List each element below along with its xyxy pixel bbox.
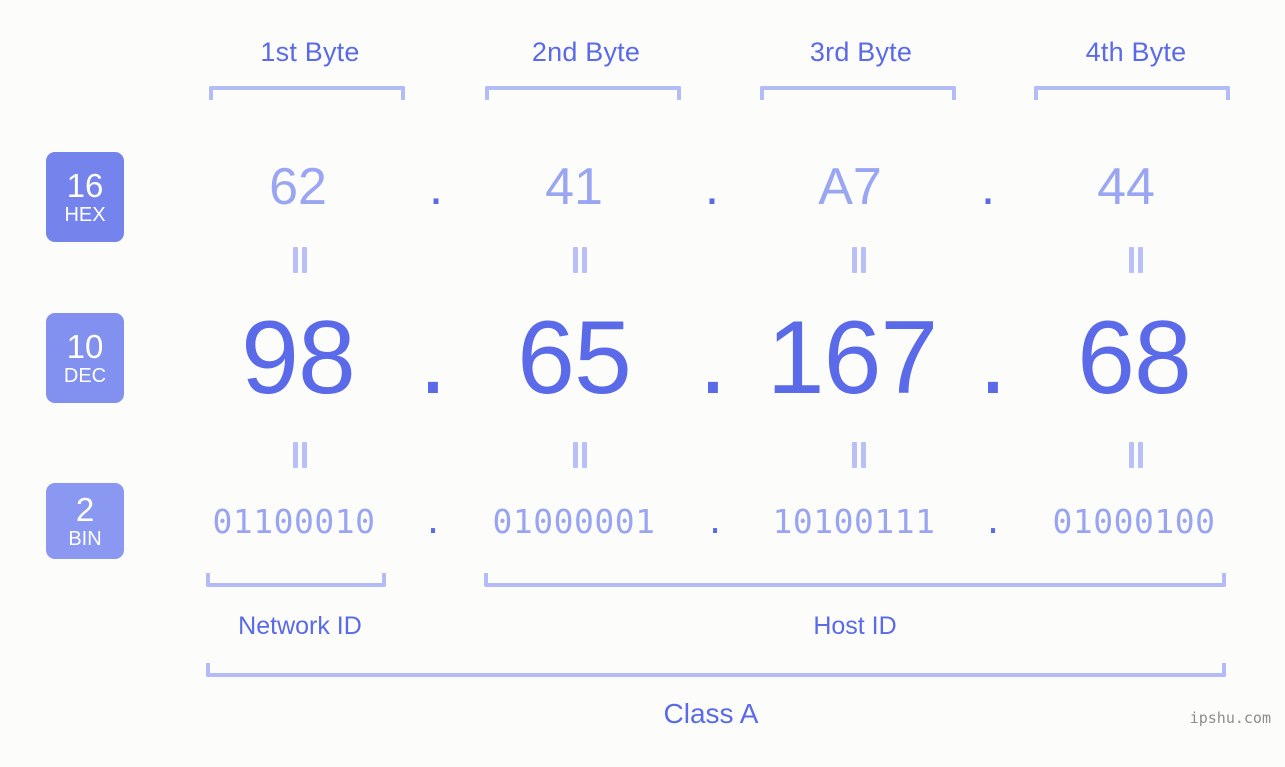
hex-separator-2: . — [704, 158, 720, 216]
equals-icon-dec-bin-2 — [571, 442, 589, 468]
network-id-label: Network ID — [238, 612, 362, 640]
byte-bracket-1 — [209, 86, 405, 100]
class-bracket — [206, 663, 1226, 677]
bin-octet-1: 01100010 — [212, 502, 376, 541]
equals-icon-hex-dec-2 — [571, 247, 589, 273]
byte-bracket-3 — [760, 86, 956, 100]
equals-icon-hex-dec-3 — [850, 247, 868, 273]
dec-octet-2: 65 — [517, 300, 632, 416]
bin-separator-3: . — [983, 502, 1003, 541]
host-id-label: Host ID — [813, 612, 897, 640]
ip-address-breakdown-diagram: 1st Byte 2nd Byte 3rd Byte 4th Byte 16 H… — [0, 0, 1285, 767]
dec-octet-4: 68 — [1077, 300, 1192, 416]
byte-bracket-2 — [485, 86, 681, 100]
base-badge-hex-abbr: HEX — [64, 203, 106, 226]
byte-label-1: 1st Byte — [260, 37, 360, 67]
equals-icon-dec-bin-4 — [1127, 442, 1145, 468]
host-id-bracket — [484, 573, 1226, 587]
dec-separator-2: . — [698, 300, 728, 416]
base-badge-dec-abbr: DEC — [63, 364, 107, 387]
class-label: Class A — [663, 698, 759, 729]
base-badge-bin-number: 2 — [75, 490, 95, 528]
network-id-bracket — [206, 573, 386, 587]
byte-label-4: 4th Byte — [1085, 37, 1187, 67]
equals-icon-dec-bin-1 — [291, 442, 309, 468]
equals-icon-dec-bin-3 — [850, 442, 868, 468]
bin-octet-4: 01000100 — [1052, 502, 1216, 541]
base-badge-dec-number: 10 — [66, 327, 104, 365]
dec-separator-1: . — [418, 300, 448, 416]
base-badge-hex: 16 HEX — [46, 152, 124, 242]
dec-octet-3: 167 — [766, 300, 939, 416]
base-badge-dec: 10 DEC — [46, 313, 124, 403]
hex-octet-3: A7 — [818, 158, 882, 216]
dec-octet-1: 98 — [241, 300, 356, 416]
hex-octet-4: 44 — [1097, 158, 1155, 216]
base-badge-bin-abbr: BIN — [68, 527, 102, 550]
base-badge-hex-number: 16 — [66, 166, 104, 204]
bin-octet-3: 10100111 — [772, 502, 936, 541]
equals-icon-hex-dec-4 — [1127, 247, 1145, 273]
hex-separator-1: . — [428, 158, 444, 216]
equals-icon-hex-dec-1 — [291, 247, 309, 273]
hex-separator-3: . — [980, 158, 996, 216]
byte-bracket-4 — [1034, 86, 1230, 100]
byte-label-3: 3rd Byte — [809, 37, 913, 67]
bin-separator-2: . — [705, 502, 725, 541]
bin-separator-1: . — [423, 502, 443, 541]
watermark: ipshu.com — [1189, 709, 1271, 727]
byte-label-2: 2nd Byte — [531, 37, 641, 67]
base-badge-bin: 2 BIN — [46, 483, 124, 559]
hex-octet-1: 62 — [269, 158, 327, 216]
hex-octet-2: 41 — [545, 158, 603, 216]
dec-separator-3: . — [978, 300, 1008, 416]
bin-octet-2: 01000001 — [492, 502, 656, 541]
